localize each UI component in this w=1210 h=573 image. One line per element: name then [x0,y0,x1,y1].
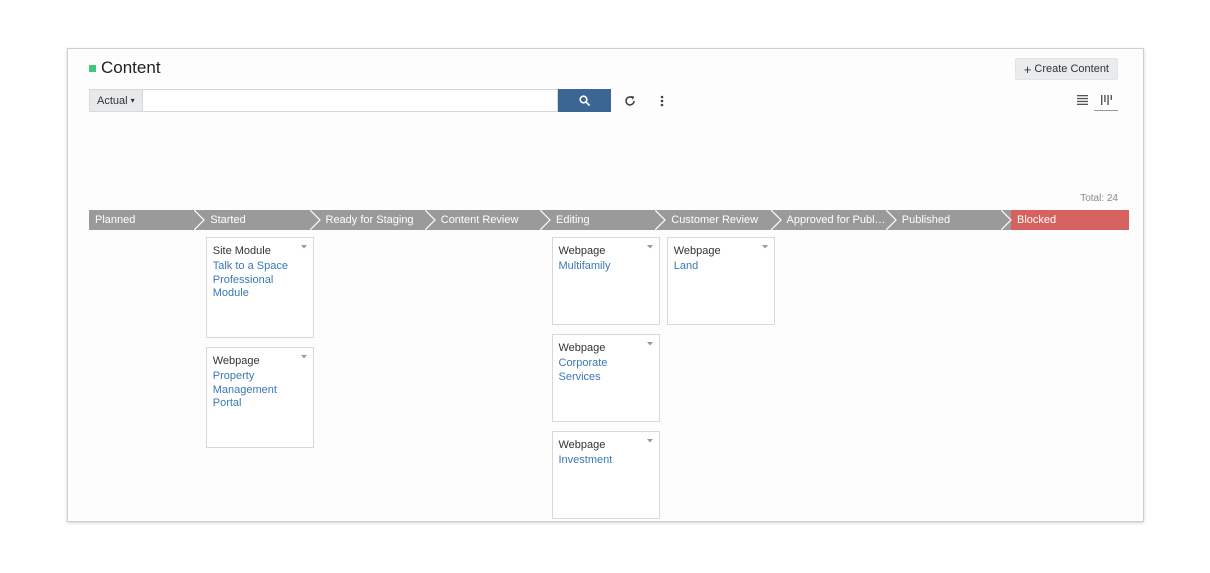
content-card[interactable]: Webpage Land [666,237,775,325]
page-header: Content [89,58,161,78]
content-card[interactable]: Webpage Corporate Services [551,334,660,422]
card-type: Webpage [558,245,606,257]
board-view-icon [1100,94,1112,105]
caret-down-icon[interactable] [646,245,653,249]
create-content-button[interactable]: + Create Content [1014,58,1118,80]
card-title-link[interactable]: Talk to a Space Professional Module [213,260,307,301]
content-card[interactable]: Webpage Multifamily [551,237,660,325]
content-panel: Content + Create Content Actual ▾ Total:… [67,48,1144,522]
card-title-link[interactable]: Multifamily [559,260,653,274]
stage-approved-for-publ[interactable]: Approved for Publ… [780,210,896,230]
stage-published[interactable]: Published [895,210,1011,230]
stage-ready-for-staging[interactable]: Ready for Staging [319,210,435,230]
search-input[interactable] [141,89,558,112]
total-count: Total: 24 [1080,193,1118,204]
view-toggle [1070,89,1118,111]
board-view-button[interactable] [1094,89,1118,111]
caret-down-icon[interactable] [646,342,653,346]
caret-down-icon[interactable] [300,355,307,359]
content-card[interactable]: Webpage Property Management Portal [205,347,314,448]
stage-content-review[interactable]: Content Review [434,210,550,230]
caret-down-icon: ▾ [130,96,135,105]
status-square-icon [89,64,96,72]
stage-customer-review[interactable]: Customer Review [665,210,781,230]
caret-down-icon[interactable] [761,245,768,249]
caret-down-icon[interactable] [300,245,307,249]
scope-label: Actual [97,94,128,107]
list-view-icon [1076,95,1088,105]
search-icon [578,95,590,106]
card-title-link[interactable]: Land [674,260,768,274]
content-card[interactable]: Webpage Investment [551,431,660,519]
card-type: Webpage [212,355,260,367]
stage-bar: Planned Started Ready for Staging Content R… [89,210,1129,230]
content-card[interactable]: Site Module Talk to a Space Professional … [205,237,314,338]
caret-down-icon[interactable] [646,439,653,443]
scope-dropdown[interactable]: Actual ▾ [89,89,142,112]
more-options-button[interactable] [659,93,665,109]
search-bar: Actual ▾ [89,89,665,112]
page-title: Content [101,58,161,77]
card-title-link[interactable]: Corporate Services [559,357,653,384]
card-title-link[interactable]: Investment [559,454,653,468]
stage-editing[interactable]: Editing [550,210,666,230]
card-type: Site Module [212,245,271,257]
stage-blocked[interactable]: Blocked [1011,210,1129,230]
refresh-button[interactable] [623,93,637,109]
card-type: Webpage [558,439,606,451]
card-type: Webpage [558,342,606,354]
plus-icon: + [1023,61,1032,77]
create-content-label: Create Content [1034,63,1109,75]
card-title-link[interactable]: Property Management Portal [213,370,307,411]
card-type: Webpage [673,245,721,257]
list-view-button[interactable] [1070,89,1094,111]
search-button[interactable] [557,89,611,112]
refresh-icon [624,95,635,106]
more-vertical-icon [660,95,663,106]
stage-started[interactable]: Started [204,210,320,230]
stage-planned[interactable]: Planned [89,210,205,230]
